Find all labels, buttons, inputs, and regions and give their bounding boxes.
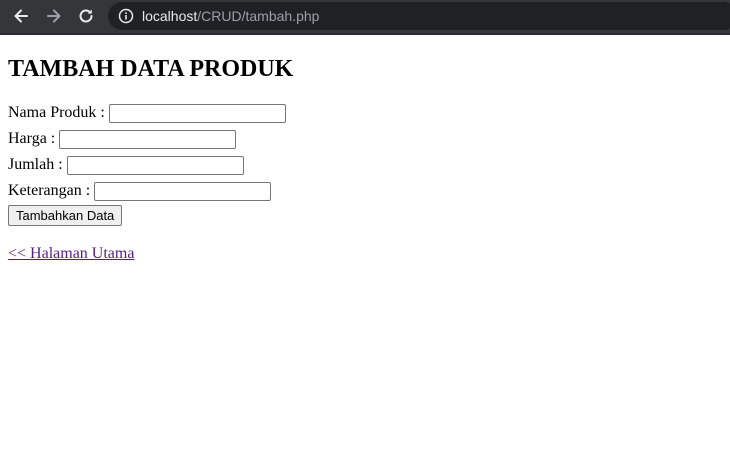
page-title: TAMBAH DATA PRODUK [8,56,294,82]
back-button[interactable] [8,4,34,28]
form-row-keterangan: Keterangan : [8,180,272,202]
halaman-utama-link[interactable]: << Halaman Utama [8,244,134,264]
jumlah-input[interactable] [66,155,244,175]
arrow-left-icon [14,9,28,23]
reload-button[interactable] [73,4,99,28]
form-row-nama-produk: Nama Produk : [8,102,286,124]
tambahkan-data-button[interactable]: Tambahkan Data [8,205,123,226]
form-row-jumlah: Jumlah : [8,154,244,176]
info-icon[interactable] [118,8,134,24]
url-path: /CRUD/tambah.php [197,8,320,24]
field-label-harga: Harga : [8,130,56,147]
keterangan-input[interactable] [94,181,272,201]
nama-produk-input[interactable] [108,103,286,123]
field-label-jumlah: Jumlah : [8,156,63,173]
browser-toolbar: localhost/CRUD/tambah.php [0,0,730,35]
form-row-harga: Harga : [8,128,237,150]
url-host: localhost [142,8,198,24]
url-text[interactable]: localhost/CRUD/tambah.php [142,7,319,25]
field-label-keterangan: Keterangan : [8,182,91,199]
field-label-nama-produk: Nama Produk : [8,104,105,121]
reload-icon [79,9,93,23]
forward-button[interactable] [41,4,67,28]
arrow-right-icon [47,9,61,23]
address-bar[interactable]: localhost/CRUD/tambah.php [108,2,730,30]
harga-input[interactable] [59,129,237,149]
